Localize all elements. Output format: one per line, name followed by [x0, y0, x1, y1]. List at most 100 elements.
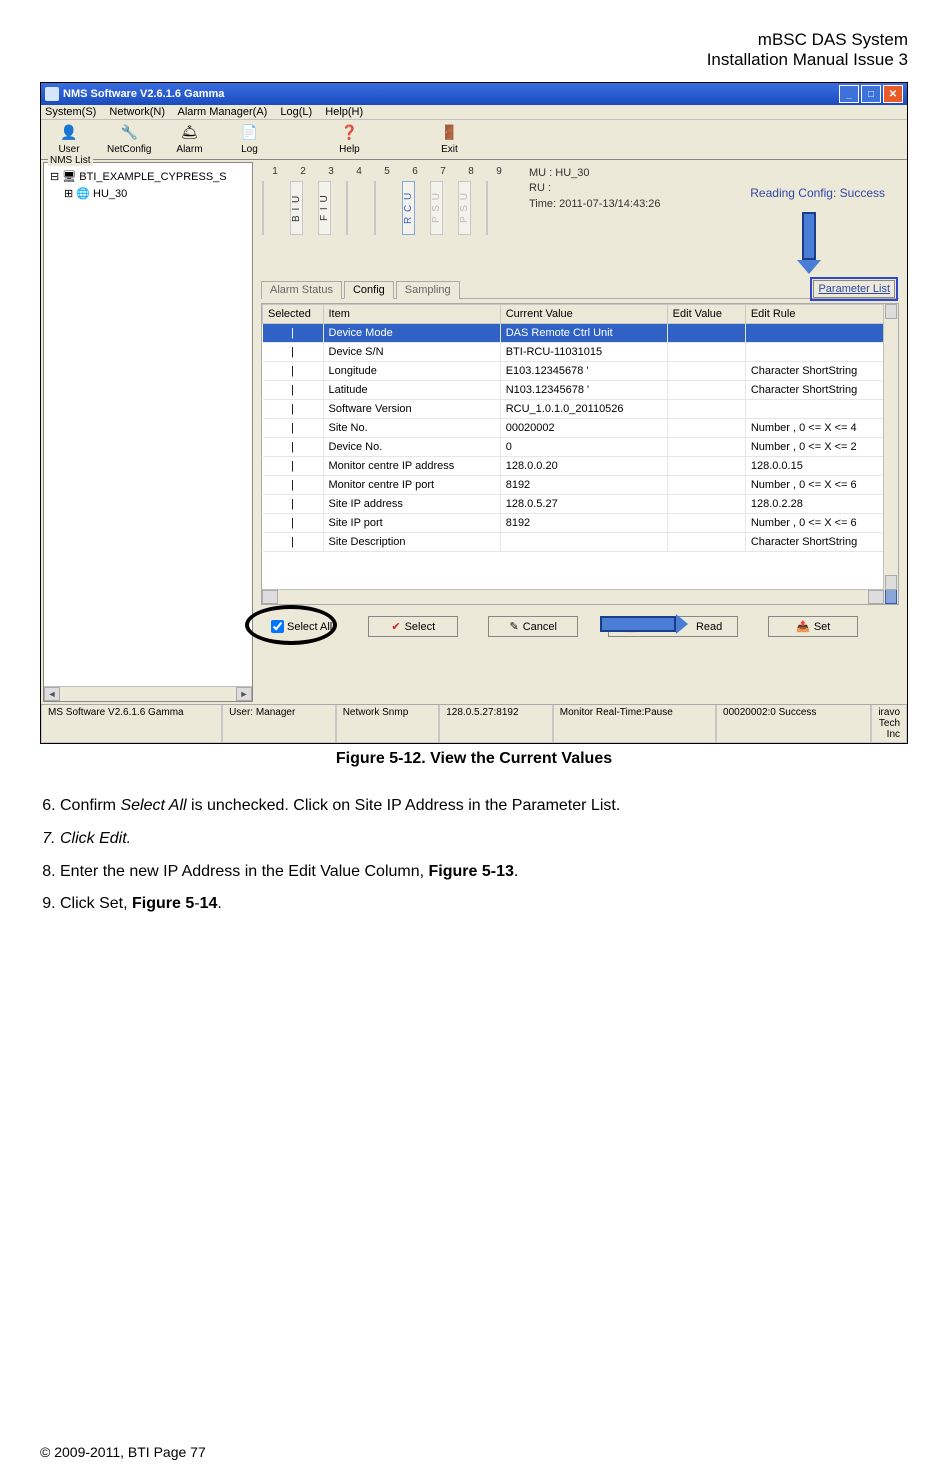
app-window: NMS Software V2.6.1.6 Gamma _ □ ✕ System… [40, 82, 908, 744]
toolbar-help[interactable]: ❓Help [327, 122, 371, 155]
cancel-button[interactable]: ✎ Cancel [488, 616, 578, 637]
step-9: Click Set, Figure 5-14. [60, 890, 908, 919]
tab-config[interactable]: Config [344, 281, 394, 299]
set-label: Set [814, 621, 831, 633]
read-label: Read [696, 621, 722, 633]
toolbar-log[interactable]: 📄Log [227, 122, 271, 155]
select-button[interactable]: ✔ Select [368, 616, 458, 637]
doc-header: mBSC DAS System Installation Manual Issu… [40, 30, 908, 70]
page-footer: © 2009‐2011, BTI Page 77 [40, 1444, 206, 1460]
menu-network[interactable]: Network(N) [109, 106, 165, 118]
select-label: Select [405, 621, 436, 633]
toolbar-netconfig[interactable]: 🔧NetConfig [107, 122, 151, 155]
table-row[interactable]: |Device ModeDAS Remote Ctrl Unit [263, 324, 898, 343]
help-icon: ❓ [339, 122, 359, 142]
col-item[interactable]: Item [323, 305, 500, 324]
bottom-buttons: Select All ✔ Select ✎ Cancel 📥 Read [261, 615, 899, 638]
slot-8[interactable]: 8P S U [457, 166, 485, 236]
col-selected[interactable]: Selected [263, 305, 324, 324]
status-user: User: Manager [222, 705, 336, 743]
parameter-list-button[interactable]: Parameter List [813, 280, 895, 298]
toolbar: 👤User 🔧NetConfig 🛎Alarm 📄Log ❓Help 🚪Exit [41, 120, 907, 159]
toolbar-user[interactable]: 👤User [47, 122, 91, 155]
nms-tree[interactable]: ⊟ 🖥 BTI_EXAMPLE_CYPRESS_S ⊞ 🌐 HU_30 [44, 163, 252, 208]
window-controls: _ □ ✕ [839, 85, 903, 103]
tree-child-label: HU_30 [93, 188, 127, 200]
select-all-checkbox[interactable]: Select All [261, 615, 338, 638]
close-button[interactable]: ✕ [883, 85, 903, 103]
table-row[interactable]: |Monitor centre IP address128.0.0.20128.… [263, 457, 898, 476]
window-title: NMS Software V2.6.1.6 Gamma [63, 88, 224, 100]
info-block: MU : HU_30 RU : Time: 2011-07-13/14:43:2… [529, 166, 660, 212]
doc-header-line2: Installation Manual Issue 3 [40, 50, 908, 70]
col-current-value[interactable]: Current Value [500, 305, 667, 324]
minimize-button[interactable]: _ [839, 85, 859, 103]
hscroll-left-icon[interactable] [262, 590, 278, 604]
tree-scrollbar[interactable]: ◄ ► [44, 686, 252, 701]
right-pane: 12B I U3F I U456R C U7P S U8P S U9 MU : … [255, 162, 905, 702]
titlebar: NMS Software V2.6.1.6 Gamma _ □ ✕ [41, 83, 907, 105]
table-row[interactable]: |LatitudeN103.12345678 'Character ShortS… [263, 381, 898, 400]
tree-root-label: BTI_EXAMPLE_CYPRESS_S [79, 171, 226, 183]
col-edit-rule[interactable]: Edit Rule [745, 305, 897, 324]
table-row[interactable]: |Site DescriptionCharacter ShortString [263, 533, 898, 552]
slot-2[interactable]: 2B I U [289, 166, 317, 236]
table-row[interactable]: |LongitudeE103.12345678 'Character Short… [263, 362, 898, 381]
menu-help[interactable]: Help(H) [325, 106, 363, 118]
step-8: Enter the new IP Address in the Edit Val… [60, 858, 908, 887]
tab-sampling[interactable]: Sampling [396, 281, 460, 299]
table-row[interactable]: |Monitor centre IP port8192Number , 0 <=… [263, 476, 898, 495]
table-row[interactable]: |Device S/NBTI-RCU-11031015 [263, 343, 898, 362]
step-7: Click Edit. [60, 825, 908, 854]
cancel-label: Cancel [523, 621, 557, 633]
slot-5[interactable]: 5 [373, 166, 401, 236]
table-row[interactable]: |Site No.00020002Number , 0 <= X <= 4 [263, 419, 898, 438]
table-vscrollbar[interactable] [883, 304, 898, 604]
steps-list: Confirm Select All is unchecked. Click o… [40, 792, 908, 919]
maximize-button[interactable]: □ [861, 85, 881, 103]
menubar: System(S) Network(N) Alarm Manager(A) Lo… [41, 105, 907, 120]
slot-6[interactable]: 6R C U [401, 166, 429, 236]
tree-child[interactable]: ⊞ 🌐 HU_30 [50, 186, 246, 203]
slot-4[interactable]: 4 [345, 166, 373, 236]
status-addr: 128.0.5.27:8192 [439, 705, 553, 743]
table-row[interactable]: |Site IP port8192Number , 0 <= X <= 6 [263, 514, 898, 533]
menu-alarm[interactable]: Alarm Manager(A) [177, 106, 267, 118]
tab-alarm-status[interactable]: Alarm Status [261, 281, 342, 299]
main-area: NMS List ⊟ 🖥 BTI_EXAMPLE_CYPRESS_S ⊞ 🌐 H… [41, 159, 907, 704]
check-icon: ✔ [391, 620, 400, 633]
tree-root[interactable]: ⊟ 🖥 BTI_EXAMPLE_CYPRESS_S [50, 169, 246, 186]
set-button[interactable]: 📤 Set [768, 616, 858, 637]
alarm-icon: 🛎 [179, 122, 199, 142]
table-row[interactable]: |Device No.0Number , 0 <= X <= 2 [263, 438, 898, 457]
annotation-arrow-right [600, 614, 688, 634]
scroll-left-icon[interactable]: ◄ [44, 687, 60, 701]
col-edit-value[interactable]: Edit Value [667, 305, 745, 324]
toolbar-exit[interactable]: 🚪Exit [427, 122, 471, 155]
app-icon [45, 87, 59, 101]
status-monitor: Monitor Real-Time:Pause [553, 705, 716, 743]
menu-log[interactable]: Log(L) [280, 106, 312, 118]
status-app: MS Software V2.6.1.6 Gamma [41, 705, 222, 743]
reading-status: Reading Config: Success [750, 186, 885, 200]
statusbar: MS Software V2.6.1.6 Gamma User: Manager… [41, 704, 907, 743]
slot-1[interactable]: 1 [261, 166, 289, 236]
tabs-row: Alarm Status Config Sampling [261, 280, 899, 299]
menu-system[interactable]: System(S) [45, 106, 96, 118]
slot-7[interactable]: 7P S U [429, 166, 457, 236]
select-all-input[interactable] [271, 620, 284, 633]
toolbar-alarm[interactable]: 🛎Alarm [167, 122, 211, 155]
status-success: 00020002:0 Success [716, 705, 871, 743]
scroll-right-icon[interactable]: ► [236, 687, 252, 701]
slot-9[interactable]: 9 [485, 166, 513, 236]
status-snmp: Network Snmp [336, 705, 440, 743]
doc-header-line1: mBSC DAS System [40, 30, 908, 50]
table-row[interactable]: |Site IP address128.0.5.27128.0.2.28 [263, 495, 898, 514]
info-ru: RU : [529, 181, 660, 196]
table-hscrollbar[interactable] [262, 589, 884, 604]
nms-list-panel: NMS List ⊟ 🖥 BTI_EXAMPLE_CYPRESS_S ⊞ 🌐 H… [43, 162, 253, 702]
hscroll-right-icon[interactable] [868, 590, 884, 604]
slot-3[interactable]: 3F I U [317, 166, 345, 236]
table-row[interactable]: |Software VersionRCU_1.0.1.0_20110526 [263, 400, 898, 419]
info-time: Time: 2011-07-13/14:43:26 [529, 197, 660, 212]
